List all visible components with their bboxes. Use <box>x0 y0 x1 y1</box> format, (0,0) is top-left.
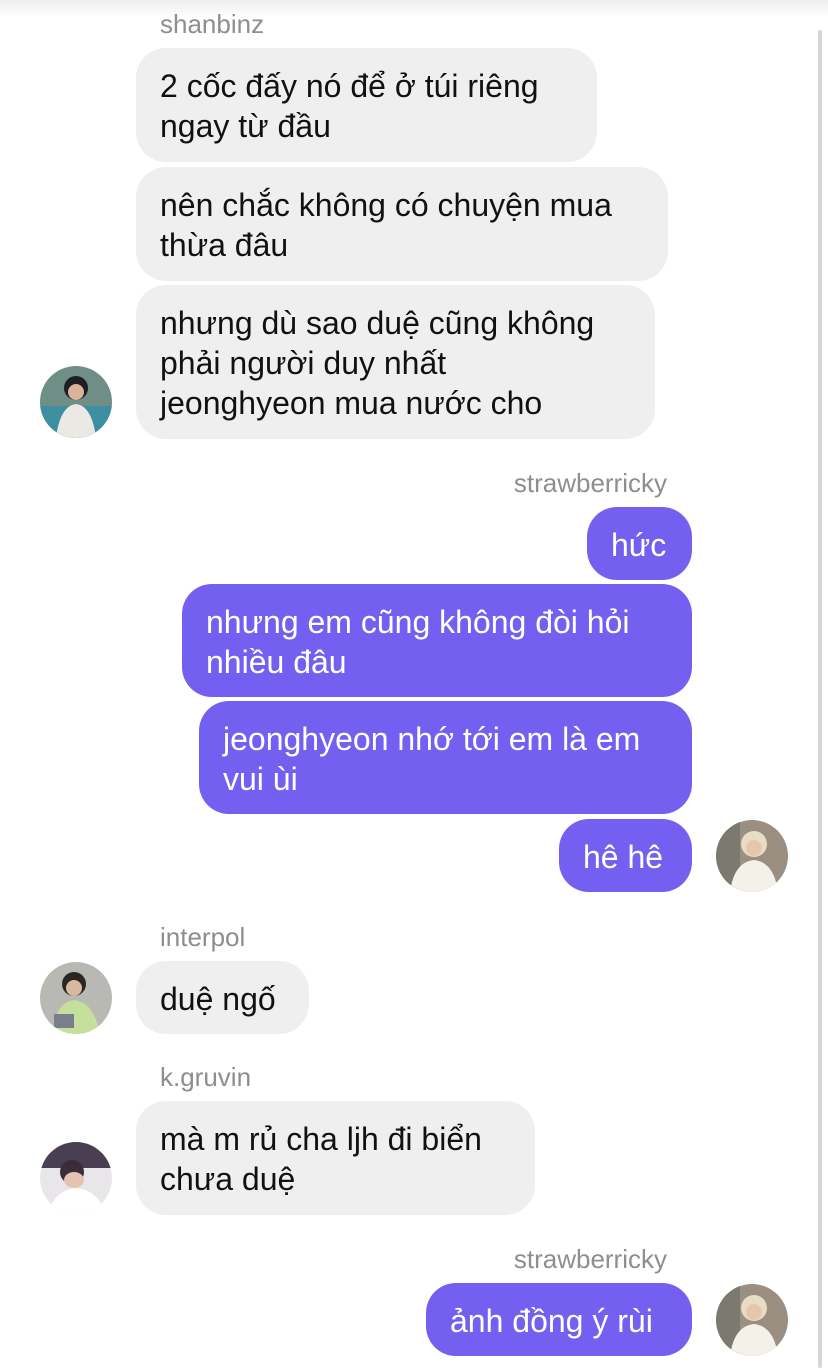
avatar-strawberricky[interactable] <box>716 820 788 892</box>
message-bubble-incoming[interactable]: nhưng dù sao duệ cũng không phải người d… <box>136 285 655 439</box>
message-bubble-incoming[interactable]: nên chắc không có chuyện mua thừa đâu <box>136 167 668 281</box>
avatar-strawberricky[interactable] <box>716 1284 788 1356</box>
sender-name-strawberricky: strawberricky <box>513 468 667 498</box>
message-bubble-incoming[interactable]: 2 cốc đấy nó để ở túi riêng ngay từ đầu <box>136 48 597 162</box>
avatar-interpol[interactable] <box>40 962 112 1034</box>
message-bubble-outgoing[interactable]: jeonghyeon nhớ tới em là em vui ùi <box>199 701 692 814</box>
message-bubble-incoming[interactable]: duệ ngố <box>136 961 309 1034</box>
sender-name-shanbinz: shanbinz <box>160 9 265 39</box>
avatar-shanbinz[interactable] <box>40 366 112 438</box>
scrollbar[interactable] <box>818 30 822 1368</box>
message-bubble-outgoing[interactable]: hê hê <box>559 819 692 892</box>
sender-name-k-gruvin: k.gruvin <box>160 1062 252 1092</box>
message-bubble-outgoing[interactable]: hức <box>587 507 692 580</box>
avatar-k-gruvin[interactable] <box>40 1142 112 1214</box>
message-bubble-incoming[interactable]: mà m rủ cha ljh đi biển chưa duệ <box>136 1101 535 1215</box>
sender-name-interpol: interpol <box>160 922 246 952</box>
top-fade <box>0 0 828 18</box>
sender-name-strawberricky: strawberricky <box>513 1244 667 1274</box>
message-bubble-outgoing[interactable]: nhưng em cũng không đòi hỏi nhiều đâu <box>182 584 692 697</box>
message-bubble-outgoing[interactable]: ảnh đồng ý rùi <box>426 1283 692 1356</box>
chat-screen: shanbinz 2 cốc đấy nó để ở túi riêng nga… <box>0 0 828 1368</box>
